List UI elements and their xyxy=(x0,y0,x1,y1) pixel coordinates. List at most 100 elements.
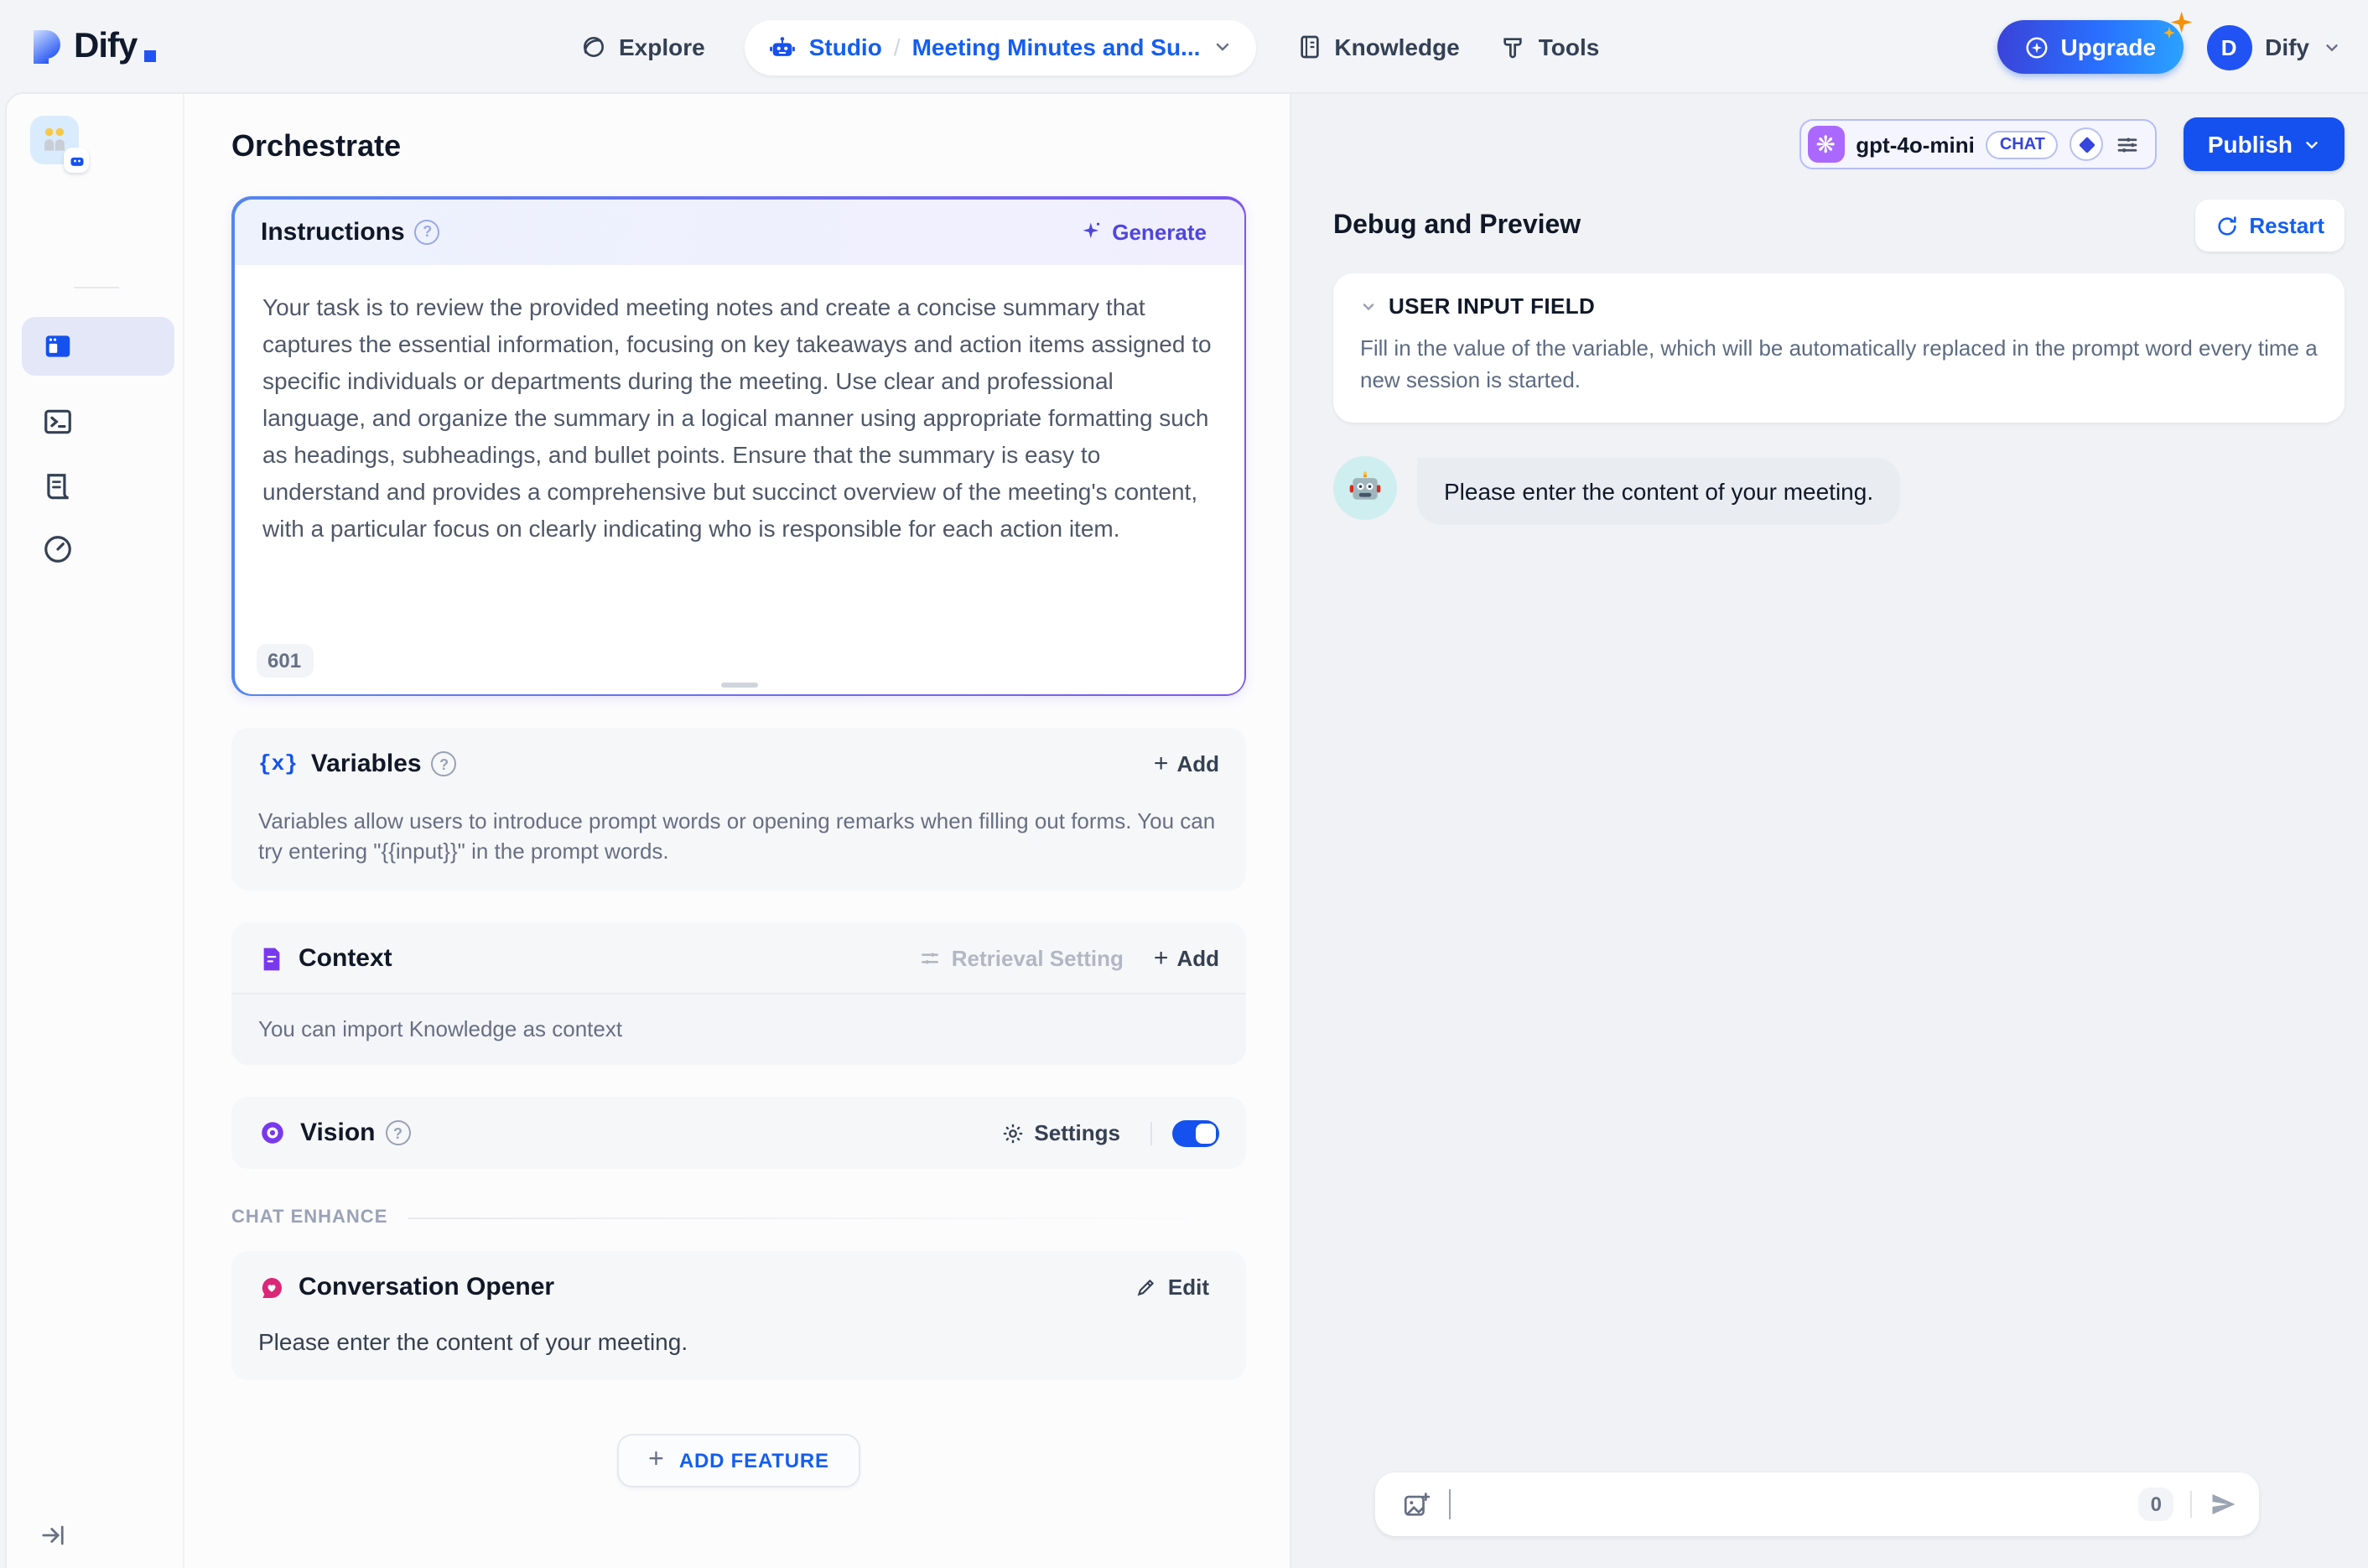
add-feature-label: ADD FEATURE xyxy=(678,1449,829,1472)
char-count-badge: 601 xyxy=(256,643,314,677)
divider xyxy=(408,1217,1246,1218)
instructions-textarea[interactable]: Your task is to review the provided meet… xyxy=(234,264,1244,693)
dify-orchestrate-page: Dify Explore Studio / Meeting Minutes an… xyxy=(0,0,2368,1568)
plus-icon: + xyxy=(1153,943,1169,972)
context-card: Context Retrieval Setting + Add You can … xyxy=(231,922,1246,1065)
header-right: Upgrade D Dify xyxy=(1997,0,2342,94)
nav-explore[interactable]: Explore xyxy=(580,34,705,60)
edit-opener-button[interactable]: Edit xyxy=(1126,1273,1219,1301)
user-input-field-title: USER INPUT FIELD xyxy=(1389,293,1596,319)
publish-label: Publish xyxy=(2207,131,2293,158)
sidebar-item-api-access[interactable] xyxy=(22,392,174,451)
robot-emoji-icon xyxy=(1349,471,1381,500)
account-name: Dify xyxy=(2265,34,2309,60)
account-menu[interactable]: D Dify xyxy=(2206,24,2341,70)
vision-settings-label: Settings xyxy=(1034,1120,1120,1145)
help-icon[interactable]: ? xyxy=(385,1120,411,1145)
sidebar-divider xyxy=(74,287,119,288)
help-icon[interactable]: ? xyxy=(414,219,440,244)
add-context-button[interactable]: + Add xyxy=(1153,943,1219,972)
nav-knowledge-label: Knowledge xyxy=(1334,34,1460,60)
bot-message-bubble: Please enter the content of your meeting… xyxy=(1417,458,1901,525)
gauge-icon xyxy=(44,536,71,563)
add-variable-button[interactable]: + Add xyxy=(1154,750,1219,776)
breadcrumb[interactable]: Studio / Meeting Minutes and Su... xyxy=(745,19,1256,75)
chatbot-badge-icon xyxy=(70,156,83,165)
chat-input[interactable] xyxy=(1451,1471,2139,1538)
edit-label: Edit xyxy=(1167,1275,1209,1300)
app-icon[interactable] xyxy=(30,116,89,173)
chat-preview-area: Please enter the content of your meeting… xyxy=(1333,456,2345,1568)
resize-handle[interactable] xyxy=(720,682,757,687)
variables-braces-icon: {x} xyxy=(258,751,298,776)
chevron-down-icon[interactable] xyxy=(1212,37,1232,57)
app-sidebar xyxy=(7,94,184,1568)
context-document-icon xyxy=(258,945,285,972)
restart-button[interactable]: Restart xyxy=(2195,200,2345,252)
dify-logo[interactable]: Dify xyxy=(27,27,156,67)
model-mode-badge: CHAT xyxy=(1986,130,2059,158)
sidebar-item-logs[interactable] xyxy=(22,458,174,517)
sidebar-item-orchestrate[interactable] xyxy=(22,317,174,376)
dify-logo-icon xyxy=(34,30,60,64)
model-params-sliders-icon[interactable] xyxy=(2116,132,2141,157)
vision-settings-button[interactable]: Settings xyxy=(990,1119,1130,1147)
model-feature-badge xyxy=(2069,127,2104,161)
variables-description: Variables allow users to introduce promp… xyxy=(258,808,1216,864)
chat-input-box[interactable]: 0 xyxy=(1375,1471,2259,1538)
user-input-field-description: Fill in the value of the variable, which… xyxy=(1360,335,2318,392)
conversation-opener-header: Conversation Opener Edit xyxy=(231,1251,1246,1301)
retrieval-setting-button[interactable]: Retrieval Setting xyxy=(920,946,1124,971)
breadcrumb-separator: / xyxy=(893,34,901,60)
upgrade-button[interactable]: Upgrade xyxy=(1997,11,2192,74)
nav-tools-label: Tools xyxy=(1538,34,1600,60)
nav-tools[interactable]: Tools xyxy=(1500,34,1600,60)
log-document-icon xyxy=(47,474,69,500)
help-icon[interactable]: ? xyxy=(431,751,457,776)
add-feature-button[interactable]: + ADD FEATURE xyxy=(616,1434,861,1488)
debug-preview-panel: ❋ gpt-4o-mini CHAT Publish Debug and Pre… xyxy=(1290,94,2368,1568)
expand-right-icon xyxy=(42,1525,64,1545)
sidebar-item-monitoring[interactable] xyxy=(22,520,174,579)
sidebar-collapse-button[interactable] xyxy=(40,1523,65,1548)
vision-eye-icon xyxy=(258,1119,287,1147)
context-title: Context xyxy=(299,944,392,973)
chat-enhance-section: CHAT ENHANCE xyxy=(231,1207,1246,1228)
variables-card: {x} Variables ? + Add Variables allow us… xyxy=(231,728,1246,890)
bot-message-row: Please enter the content of your meeting… xyxy=(1333,456,2345,525)
logo-text: Dify xyxy=(74,27,138,65)
instructions-card: Instructions ? Generate Your task is to … xyxy=(231,196,1246,696)
plus-icon: + xyxy=(648,1446,664,1474)
content-area: Orchestrate Instructions ? Generate Your… xyxy=(7,94,2368,1568)
vision-toggle[interactable] xyxy=(1172,1119,1219,1146)
pencil-icon xyxy=(1138,1279,1155,1296)
orchestrate-config-panel: Orchestrate Instructions ? Generate Your… xyxy=(184,94,1290,1568)
chat-heart-icon xyxy=(258,1274,285,1301)
send-icon[interactable] xyxy=(2209,1489,2239,1519)
explore-planet-icon xyxy=(584,37,604,57)
debug-header: Debug and Preview Restart xyxy=(1333,200,2345,252)
generate-label: Generate xyxy=(1112,219,1207,244)
context-description: You can import Knowledge as context xyxy=(231,993,1246,1065)
publish-button[interactable]: Publish xyxy=(2184,117,2345,171)
breadcrumb-app-name[interactable]: Meeting Minutes and Su... xyxy=(912,34,1201,60)
upgrade-star-circle-icon xyxy=(2026,36,2047,58)
generate-button[interactable]: Generate xyxy=(1070,217,1217,246)
variables-header: {x} Variables ? + Add xyxy=(231,728,1246,778)
user-input-field-header[interactable]: USER INPUT FIELD xyxy=(1360,293,2318,319)
bot-avatar xyxy=(1333,456,1397,520)
vision-title: Vision xyxy=(300,1119,376,1147)
chat-input-row: 0 xyxy=(1375,1471,2259,1538)
add-context-label: Add xyxy=(1176,946,1219,971)
variables-title: Variables xyxy=(310,750,422,778)
nav-explore-label: Explore xyxy=(619,34,705,60)
image-plus-icon[interactable] xyxy=(1402,1490,1431,1519)
retrieval-setting-label: Retrieval Setting xyxy=(951,946,1124,971)
breadcrumb-studio[interactable]: Studio xyxy=(809,34,882,60)
retrieval-sliders-icon xyxy=(922,953,939,964)
model-selector[interactable]: ❋ gpt-4o-mini CHAT xyxy=(1799,119,2158,169)
debug-title: Debug and Preview xyxy=(1333,210,1581,239)
divider xyxy=(1150,1121,1152,1145)
avatar[interactable]: D xyxy=(2206,24,2252,70)
nav-knowledge[interactable]: Knowledge xyxy=(1296,34,1460,60)
